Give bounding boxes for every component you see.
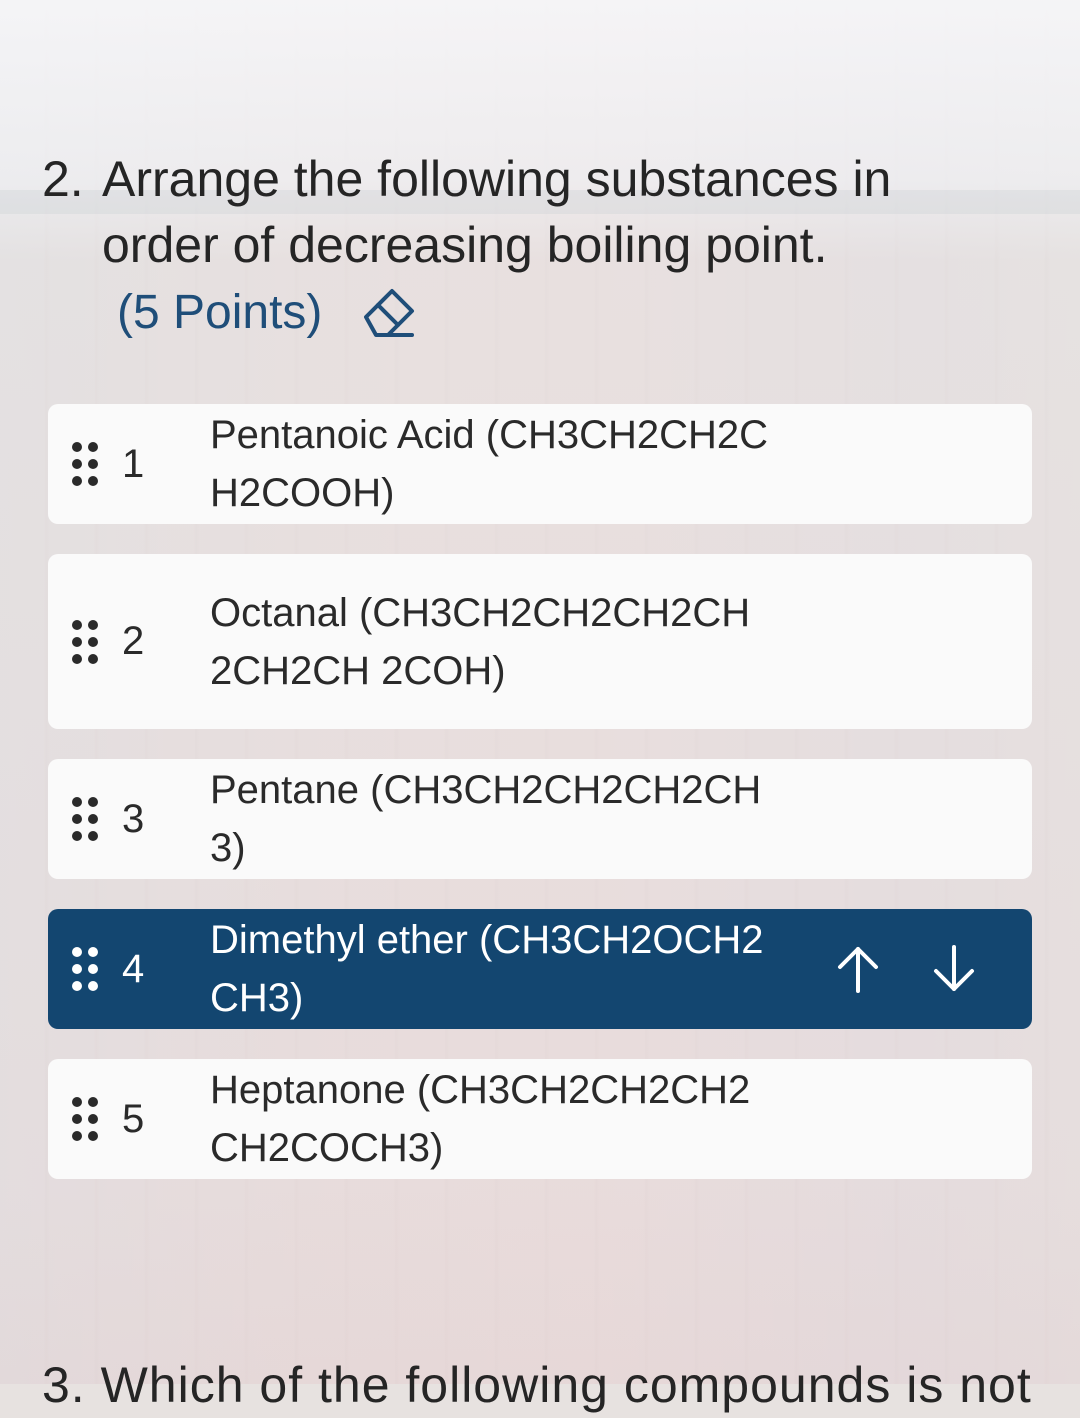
rank-number: 4 (122, 946, 145, 991)
question-text: Arrange the following substances in orde… (102, 151, 892, 273)
move-up-icon[interactable] (836, 943, 880, 995)
ranking-item-selected[interactable]: 4 Dimethyl ether (CH3CH2OCH2CH3) (48, 909, 1032, 1029)
drag-handle-icon[interactable] (72, 947, 98, 991)
drag-handle-icon[interactable] (72, 797, 98, 841)
item-label: Dimethyl ether (CH3CH2OCH2CH3) (210, 918, 764, 1020)
drag-handle-icon[interactable] (72, 442, 98, 486)
ranking-item[interactable]: 3 Pentane (CH3CH2CH2CH2CH3) (48, 759, 1032, 879)
rank-number: 3 (122, 796, 145, 841)
ranking-item[interactable]: 5 Heptanone (CH3CH2CH2CH2CH2COCH3) (48, 1059, 1032, 1179)
next-question-text: 3. Which of the following compounds is n… (42, 1357, 1032, 1413)
drag-handle-icon[interactable] (72, 1097, 98, 1141)
question-number: 2. (42, 151, 84, 207)
move-down-icon[interactable] (932, 943, 976, 995)
item-label: Octanal (CH3CH2CH2CH2CH2CH2CH 2COH) (210, 590, 751, 693)
ranking-item[interactable]: 2 Octanal (CH3CH2CH2CH2CH2CH2CH 2COH) (48, 554, 1032, 729)
question-points: (5 Points) (117, 286, 323, 339)
item-label: Pentanoic Acid (CH3CH2CH2CH2COOH) (210, 413, 769, 515)
reorder-controls (836, 943, 976, 995)
item-label: Pentane (CH3CH2CH2CH2CH3) (210, 768, 762, 870)
rank-number: 1 (122, 441, 145, 486)
rank-number: 5 (122, 1096, 145, 1141)
eraser-icon[interactable] (358, 283, 418, 343)
drag-handle-icon[interactable] (72, 619, 98, 664)
question-header: 2. Arrange the following substances in o… (42, 146, 1022, 346)
rank-number: 2 (122, 619, 145, 663)
ranking-list: 1 Pentanoic Acid (CH3CH2CH2CH2COOH) 2 Oc… (48, 404, 1032, 1209)
ranking-item[interactable]: 1 Pentanoic Acid (CH3CH2CH2CH2COOH) (48, 404, 1032, 524)
item-label: Heptanone (CH3CH2CH2CH2CH2COCH3) (210, 1068, 751, 1170)
